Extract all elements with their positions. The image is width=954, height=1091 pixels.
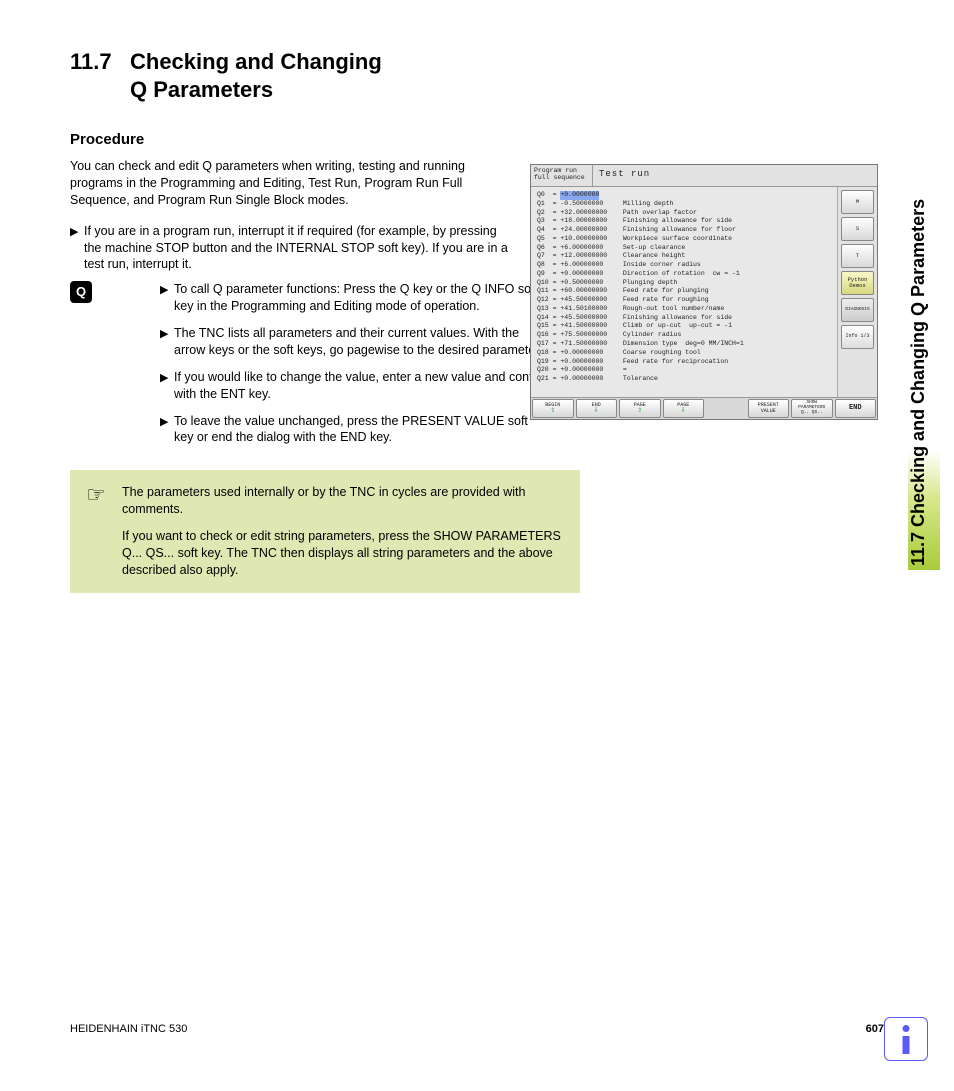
section-title-line1: Checking and Changing [130, 49, 382, 74]
arrow-icon: ▶ [70, 223, 84, 274]
q-row[interactable]: Q11 = +60.00000000 Feed rate for plungin… [537, 287, 831, 296]
q-row[interactable]: Q9 = +0.00000000 Direction of rotation c… [537, 270, 831, 279]
arrow-icon: ▶ [160, 281, 174, 315]
note-box: ☞ The parameters used internally or by t… [70, 470, 580, 592]
q-row[interactable]: Q4 = +24.00000000 Finishing allowance fo… [537, 226, 831, 235]
q-row[interactable]: Q15 = +41.50000000 Climb or up-cut up-cu… [537, 322, 831, 331]
q-row[interactable]: Q5 = +10.00000000 Workpiece surface coor… [537, 235, 831, 244]
section-heading: 11.7Checking and Changing Q Parameters [70, 48, 884, 103]
q-step-1-text: To call Q parameter functions: Press the… [174, 281, 550, 315]
page-footer: HEIDENHAIN iTNC 530 607 [70, 1023, 884, 1035]
q-row[interactable]: Q3 = +18.00000000 Finishing allowance fo… [537, 217, 831, 226]
q-row[interactable]: Q12 = +45.50000000 Feed rate for roughin… [537, 296, 831, 305]
q-row[interactable]: Q7 = +12.00000000 Clearance height [537, 252, 831, 261]
side-button-bar: MST Python Demos DIAGNOSIS Info 1/3 [837, 187, 877, 397]
q-key-badge: Q [70, 281, 92, 303]
q-step-3: ▶ If you would like to change the value,… [160, 369, 550, 403]
q-row[interactable]: Q0 = +0.0000000 [537, 191, 831, 200]
q-row[interactable]: Q8 = +6.00000000 Inside corner radius [537, 261, 831, 270]
arrow-icon: ▶ [160, 413, 174, 447]
intro-paragraph: You can check and edit Q parameters when… [70, 158, 510, 209]
side-button-python[interactable]: Python Demos [841, 271, 874, 295]
note-paragraph-1: The parameters used internally or by the… [122, 484, 564, 518]
q-row[interactable]: Q17 = +71.50000000 Dimension type deg=0 … [537, 340, 831, 349]
q-step-1: ▶ To call Q parameter functions: Press t… [160, 281, 550, 315]
mode-line2: full sequence [534, 174, 585, 181]
tnc-screenshot: Program run full sequence Test run Q0 = … [530, 164, 878, 420]
arrow-icon: ▶ [160, 325, 174, 359]
section-title-line2: Q Parameters [130, 77, 273, 102]
q-row[interactable]: Q16 = +75.50000000 Cylinder radius [537, 331, 831, 340]
pointing-hand-icon: ☞ [86, 484, 122, 578]
q-step-3-text: If you would like to change the value, e… [174, 369, 550, 403]
section-number: 11.7 [70, 48, 130, 76]
softkey-begin[interactable]: BEGIN⇧ [532, 399, 574, 418]
q-row[interactable]: Q20 = +0.00000000 = [537, 366, 831, 375]
q-row[interactable]: Q21 = +0.00000000 Tolerance [537, 375, 831, 384]
side-button-s[interactable]: S [841, 217, 874, 241]
arrow-icon: ▶ [160, 369, 174, 403]
side-button-diagnosis[interactable]: DIAGNOSIS [841, 298, 874, 322]
q-row[interactable]: Q2 = +32.00000000 Path overlap factor [537, 209, 831, 218]
note-paragraph-2: If you want to check or edit string para… [122, 528, 564, 579]
softkey-page-down[interactable]: PAGE⇩ [663, 399, 705, 418]
q-row[interactable]: Q6 = +6.00000000 Set-up clearance [537, 244, 831, 253]
side-tab-label: 11.7 Checking and Changing Q Parameters [908, 30, 940, 570]
softkey-page-up[interactable]: PAGE⇧ [619, 399, 661, 418]
side-button-m[interactable]: M [841, 190, 874, 214]
screen-title: Test run [593, 165, 877, 186]
bullet-interrupt: ▶ If you are in a program run, interrupt… [70, 223, 510, 274]
side-tab: 11.7 Checking and Changing Q Parameters [908, 30, 940, 570]
mode-indicator: Program run full sequence [531, 165, 593, 186]
bullet-interrupt-text: If you are in a program run, interrupt i… [84, 223, 510, 274]
q-step-4-text: To leave the value unchanged, press the … [174, 413, 550, 447]
q-step-4: ▶ To leave the value unchanged, press th… [160, 413, 550, 447]
q-row[interactable]: Q13 = +41.50100000 Rough-out tool number… [537, 305, 831, 314]
side-button-t[interactable]: T [841, 244, 874, 268]
q-parameter-list[interactable]: Q0 = +0.0000000Q1 = -0.50000000 Milling … [531, 187, 837, 397]
q-step-2: ▶ The TNC lists all parameters and their… [160, 325, 550, 359]
q-step-2-text: The TNC lists all parameters and their c… [174, 325, 550, 359]
softkey-spacer [706, 399, 746, 418]
side-button-info 1/3[interactable]: Info 1/3 [841, 325, 874, 349]
q-row[interactable]: Q10 = +0.50000000 Plunging depth [537, 279, 831, 288]
softkey-end-dialog[interactable]: END [835, 399, 877, 418]
info-icon [884, 1017, 928, 1061]
q-row[interactable]: Q1 = -0.50000000 Milling depth [537, 200, 831, 209]
softkey-show-parameters[interactable]: SHOW PARAMETERS Q.. QS.. [791, 399, 833, 418]
procedure-subheading: Procedure [70, 131, 884, 148]
q-row[interactable]: Q18 = +0.00000000 Coarse roughing tool [537, 349, 831, 358]
footer-page-number: 607 [866, 1023, 884, 1035]
softkey-present-value[interactable]: PRESENT VALUE [748, 399, 790, 418]
footer-product: HEIDENHAIN iTNC 530 [70, 1023, 187, 1035]
q-row[interactable]: Q19 = +0.00000000 Feed rate for reciproc… [537, 358, 831, 367]
mode-line1: Program run [534, 167, 577, 174]
softkey-end[interactable]: END⇩ [576, 399, 618, 418]
q-row[interactable]: Q14 = +45.50000000 Finishing allowance f… [537, 314, 831, 323]
